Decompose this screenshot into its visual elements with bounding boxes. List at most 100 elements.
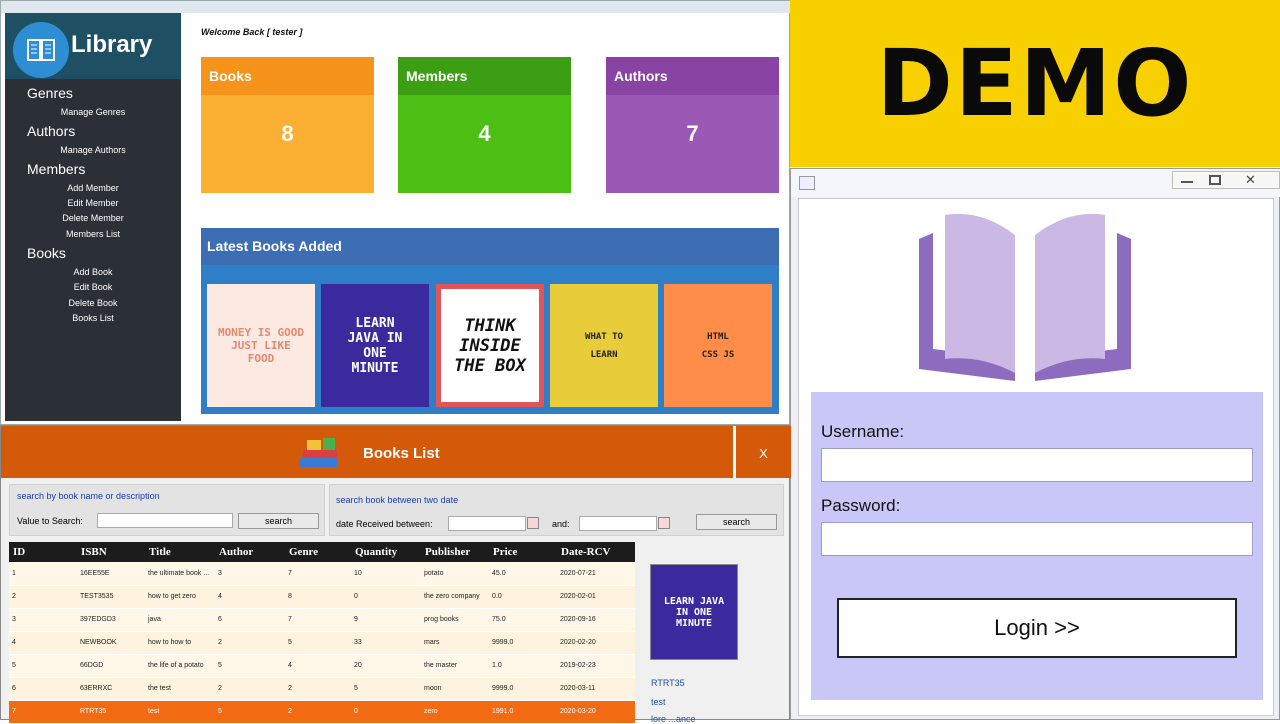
books-list-title: Books List	[363, 445, 440, 462]
table-row[interactable]: 2 TEST3535 how to get zero 4 8 0 the zero comp…	[9, 585, 635, 609]
sidebar-item-delete-member[interactable]: Delete Member	[5, 213, 181, 223]
login-window: ✕ Username: Password: Login >>	[790, 168, 1280, 720]
column-header[interactable]: Quantity	[351, 542, 421, 562]
cover-text: THINK INSIDE THE BOX	[454, 315, 526, 376]
date-search-button[interactable]: search	[696, 514, 777, 530]
table-cell: 8	[285, 585, 351, 609]
table-row[interactable]: 1 16EE55E the ultimate book ... 3 7 10 potato 4…	[9, 562, 635, 586]
table-cell: 2	[215, 677, 285, 701]
calendar-icon[interactable]	[527, 517, 539, 529]
table-cell: 45.0	[489, 562, 557, 586]
column-header[interactable]: Publisher	[421, 542, 489, 562]
search-value-input[interactable]	[97, 513, 233, 528]
table-cell: 2020-03-11	[557, 677, 635, 701]
book-cover-money[interactable]: MONEY IS GOOD JUST LIKE FOOD	[207, 284, 315, 407]
login-form: Username: Password: Login >>	[811, 392, 1263, 700]
search-button[interactable]: search	[238, 513, 319, 529]
username-label: Username:	[821, 422, 905, 441]
search-by-name-label: search by book name or description	[17, 491, 160, 501]
login-button[interactable]: Login >>	[837, 598, 1237, 658]
table-cell: 2020-07-21	[557, 562, 635, 586]
logo-text: Library	[71, 31, 153, 58]
sidebar-item-manage-genres[interactable]: Manage Genres	[5, 107, 181, 117]
table-cell: 0	[351, 585, 421, 609]
date-search-panel: search book between two date date Receiv…	[329, 484, 784, 536]
sidebar-item-edit-member[interactable]: Edit Member	[5, 198, 181, 208]
column-header[interactable]: Title	[145, 542, 215, 562]
table-cell: 63ERRXC	[77, 677, 145, 701]
books-table: ID ISBN Title Author Genre Quantity Publisher P…	[9, 542, 635, 724]
column-header[interactable]: Price	[489, 542, 557, 562]
calendar-icon[interactable]	[658, 517, 670, 529]
table-cell: 1	[9, 562, 77, 586]
book-cover-html-css-js[interactable]: HTML CSS JS	[664, 284, 772, 407]
table-row[interactable]: 6 63ERRXC the test 2 2 5 moon 9999.0 2020-03-11	[9, 677, 635, 701]
column-header[interactable]: Author	[215, 542, 285, 562]
table-cell: mars	[421, 631, 489, 655]
table-cell: 0.0	[489, 585, 557, 609]
selected-description: lore ...ance	[651, 714, 696, 724]
sidebar-item-members-list[interactable]: Members List	[5, 229, 181, 239]
password-field[interactable]	[821, 522, 1253, 556]
table-cell: 2	[9, 585, 77, 609]
date-search-label: search book between two date	[336, 495, 459, 505]
table-cell: 2	[285, 677, 351, 701]
date-to-input[interactable]	[579, 516, 657, 531]
table-cell: 2020-02-20	[557, 631, 635, 655]
column-header[interactable]: ID	[9, 542, 77, 562]
welcome-text: Welcome Back [ tester ]	[201, 27, 303, 37]
sidebar-item-edit-book[interactable]: Edit Book	[5, 282, 181, 292]
column-header[interactable]: ISBN	[77, 542, 145, 562]
login-titlebar: ✕	[791, 169, 1280, 197]
table-cell: 5	[351, 677, 421, 701]
username-field[interactable]	[821, 448, 1253, 482]
table-cell: NEWBOOK	[77, 631, 145, 655]
column-header[interactable]: Date-RCV	[557, 542, 635, 562]
table-cell: how to how to	[145, 631, 215, 655]
sidebar-item-delete-book[interactable]: Delete Book	[5, 298, 181, 308]
column-header[interactable]: Genre	[285, 542, 351, 562]
table-row[interactable]: 3 397EDGD3 java 6 7 9 prog books 75.0 2020-09-16	[9, 608, 635, 632]
book-cover-what-to-learn[interactable]: WHAT TO LEARN	[550, 284, 658, 407]
table-cell: 9999.0	[489, 677, 557, 701]
sidebar-item-add-member[interactable]: Add Member	[5, 183, 181, 193]
table-cell: 16EE55E	[77, 562, 145, 586]
sidebar-item-manage-authors[interactable]: Manage Authors	[5, 145, 181, 155]
open-book-icon	[919, 213, 1131, 381]
books-list-header: Books List X	[1, 426, 791, 478]
sidebar-heading-authors: Authors	[27, 123, 76, 139]
members-count-card: Members 4	[398, 57, 571, 193]
table-cell: 4	[215, 585, 285, 609]
latest-books-title: Latest Books Added	[201, 228, 779, 265]
books-list-window: Books List X search by book name or desc…	[0, 425, 791, 724]
selected-isbn: RTRT35	[651, 678, 685, 688]
sidebar-item-add-book[interactable]: Add Book	[5, 267, 181, 277]
table-cell: the life of a potato	[145, 654, 215, 678]
window-controls: ✕	[1172, 171, 1280, 189]
demo-banner: DEMO	[790, 0, 1280, 167]
maximize-icon[interactable]	[1209, 175, 1221, 185]
table-cell: 2020-02-01	[557, 585, 635, 609]
minimize-icon[interactable]	[1181, 177, 1193, 183]
selected-title: test	[651, 697, 666, 707]
table-cell: 397EDGD3	[77, 608, 145, 632]
table-row[interactable]: 4 NEWBOOK how to how to 2 5 33 mars 9999.0 2020-…	[9, 631, 635, 655]
table-cell: 7	[285, 562, 351, 586]
table-cell: the zero company	[421, 585, 489, 609]
and-label: and:	[552, 519, 570, 529]
cover-text: LEARN JAVA IN ONE MINUTE	[663, 595, 725, 629]
table-cell: 10	[351, 562, 421, 586]
date-received-label: date Received between:	[336, 519, 433, 529]
latest-books-panel: Latest Books Added MONEY IS GOOD JUST LI…	[201, 228, 779, 414]
close-icon[interactable]: ✕	[1245, 172, 1256, 188]
close-button[interactable]: X	[733, 426, 791, 478]
cover-text: LEARN JAVA IN ONE MINUTE	[347, 315, 403, 376]
book-cover-java[interactable]: LEARN JAVA IN ONE MINUTE	[321, 284, 429, 407]
cover-text: HTML CSS JS	[701, 331, 735, 360]
password-label: Password:	[821, 496, 901, 515]
sidebar-item-books-list[interactable]: Books List	[5, 313, 181, 323]
table-cell: 3	[9, 608, 77, 632]
date-from-input[interactable]	[448, 516, 526, 531]
book-cover-think[interactable]: THINK INSIDE THE BOX	[436, 284, 544, 407]
table-row[interactable]: 5 66DGD the life of a potato 5 4 20 the master…	[9, 654, 635, 678]
